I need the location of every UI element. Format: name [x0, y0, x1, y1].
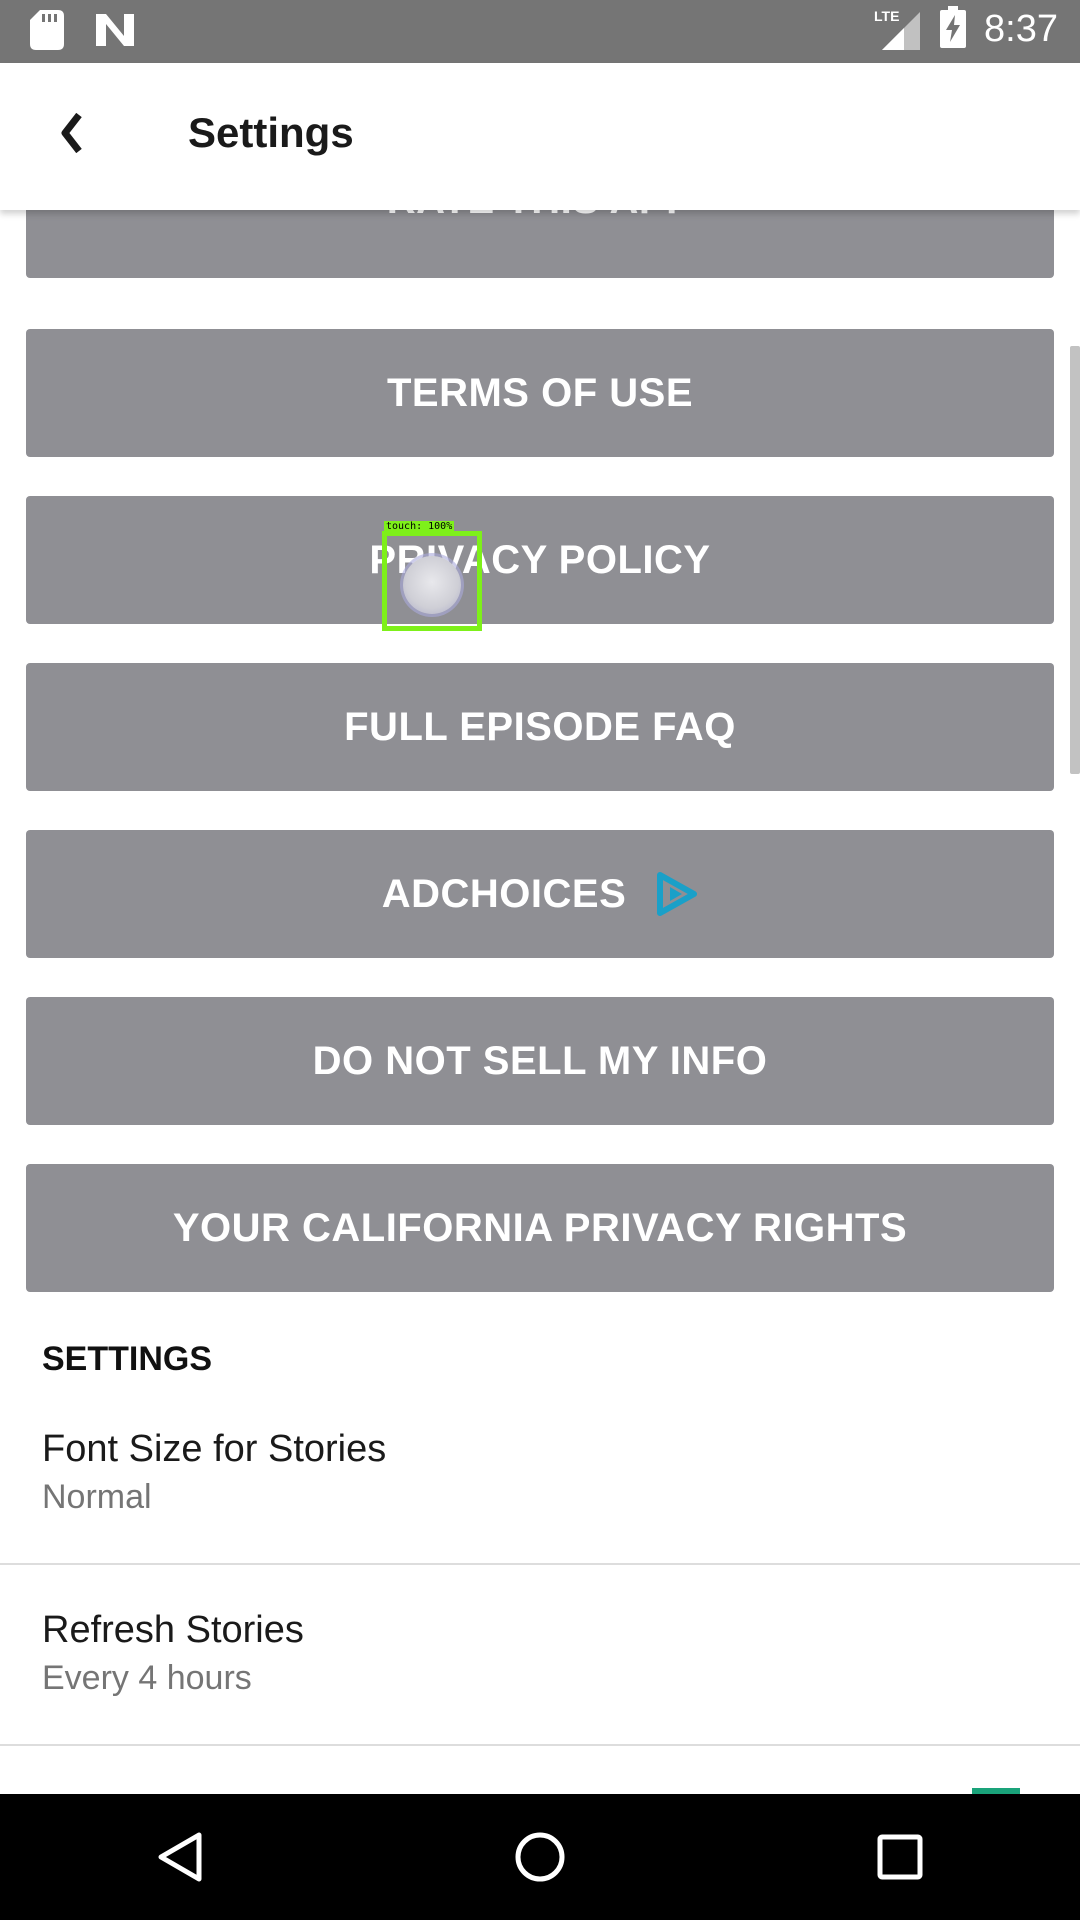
- recents-square-icon: [877, 1834, 923, 1880]
- scrollbar[interactable]: [1070, 346, 1080, 774]
- full-episode-faq-button[interactable]: FULL EPISODE FAQ: [26, 663, 1054, 791]
- do-not-sell-button[interactable]: DO NOT SELL MY INFO: [26, 997, 1054, 1125]
- adchoices-button[interactable]: ADCHOICES: [26, 830, 1054, 958]
- sd-card-icon: [30, 10, 64, 55]
- status-time: 8:37: [984, 8, 1058, 50]
- setting-title: Font Size for Stories: [42, 1428, 387, 1470]
- california-privacy-label: YOUR CALIFORNIA PRIVACY RIGHTS: [172, 1205, 908, 1250]
- back-button[interactable]: [52, 103, 92, 163]
- page-title: Settings: [188, 109, 354, 156]
- adchoices-icon: [654, 871, 698, 917]
- nav-home-button[interactable]: [480, 1797, 600, 1917]
- california-privacy-button[interactable]: YOUR CALIFORNIA PRIVACY RIGHTS: [26, 1164, 1054, 1292]
- terms-of-use-label: TERMS OF USE: [386, 370, 694, 415]
- status-bar: LTE 8:37: [0, 0, 1080, 63]
- rate-app-button[interactable]: RATE THIS APP: [26, 210, 1054, 278]
- notification-n-icon: [94, 12, 136, 53]
- font-size-setting[interactable]: Font Size for Stories Normal: [0, 1428, 1080, 1608]
- do-not-sell-label: DO NOT SELL MY INFO: [312, 1038, 768, 1083]
- touch-point: [403, 556, 461, 614]
- app-bar: Settings: [0, 63, 1080, 210]
- back-triangle-icon: [158, 1832, 202, 1882]
- divider: [0, 1744, 1080, 1746]
- divider: [0, 1563, 1080, 1565]
- nav-back-button[interactable]: [120, 1797, 240, 1917]
- home-circle-icon: [515, 1832, 565, 1882]
- setting-value: Normal: [42, 1478, 152, 1516]
- terms-of-use-button[interactable]: TERMS OF USE: [26, 329, 1054, 457]
- settings-section-header: SETTINGS: [42, 1340, 213, 1378]
- lte-signal-icon: LTE: [874, 8, 922, 52]
- setting-value: Every 4 hours: [42, 1659, 252, 1697]
- adchoices-label: ADCHOICES: [381, 871, 627, 916]
- battery-charging-icon: [940, 6, 967, 53]
- nav-recents-button[interactable]: [840, 1797, 960, 1917]
- privacy-policy-button[interactable]: PRIVACY POLICY: [26, 496, 1054, 624]
- navigation-bar: [0, 1794, 1080, 1920]
- setting-title: Refresh Stories: [42, 1609, 304, 1651]
- settings-content[interactable]: RATE THIS APP TERMS OF USE PRIVACY POLIC…: [0, 210, 1080, 1794]
- rate-app-label: RATE THIS APP: [387, 210, 694, 223]
- full-episode-faq-label: FULL EPISODE FAQ: [344, 704, 736, 749]
- chevron-left-icon: [61, 113, 82, 153]
- refresh-stories-setting[interactable]: Refresh Stories Every 4 hours: [0, 1609, 1080, 1789]
